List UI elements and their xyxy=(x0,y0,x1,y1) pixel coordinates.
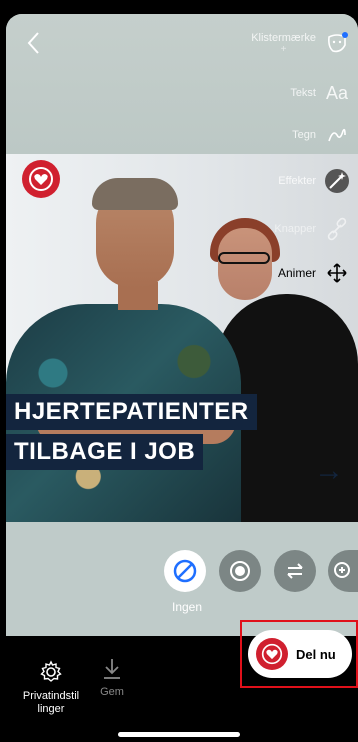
link-icon xyxy=(324,216,350,242)
share-now-label: Del nu xyxy=(296,646,336,662)
gear-icon xyxy=(40,660,62,682)
sparkle-wand-icon xyxy=(324,168,350,194)
woman-head xyxy=(218,228,272,300)
scribble-icon xyxy=(324,122,350,148)
arrow-right-icon: → xyxy=(314,454,344,487)
swap-arrows-icon xyxy=(287,563,303,579)
save-label: Gem xyxy=(100,686,124,698)
heart-icon xyxy=(29,167,53,191)
heart-avatar-icon xyxy=(256,638,288,670)
move-arrows-icon xyxy=(324,260,350,286)
zoom-in-icon xyxy=(334,562,350,578)
heart-logo xyxy=(22,160,60,198)
record-icon xyxy=(230,561,250,581)
draw-tool[interactable]: Tegn xyxy=(292,122,350,148)
privacy-label-line-2: linger xyxy=(37,703,65,715)
text-aa-icon: Aa xyxy=(325,82,349,103)
man-hair xyxy=(92,178,178,210)
text-tool[interactable]: Tekst Aa xyxy=(290,80,350,106)
sticker-tool-text: Klistermærke + xyxy=(251,32,316,55)
story-photo[interactable]: HJERTEPATIENTER TILBAGE I JOB → xyxy=(6,154,358,522)
privacy-label-line-1: Privatindstil xyxy=(22,690,80,702)
buttons-tool-label: Knapper xyxy=(274,223,316,235)
story-editor-screen: HJERTEPATIENTER TILBAGE I JOB → Klisterm… xyxy=(0,0,358,742)
sticker-tool-label: Klistermærke xyxy=(251,31,316,44)
effect-none-label: Ingen xyxy=(171,600,203,614)
chevron-left-icon xyxy=(27,32,39,54)
animate-tool-label: Animer xyxy=(277,266,316,280)
sticker-icon xyxy=(324,30,350,56)
save-button[interactable]: Gem xyxy=(92,656,132,699)
prohibited-icon xyxy=(173,559,197,583)
back-button[interactable] xyxy=(24,30,50,56)
animate-tool[interactable]: Animer xyxy=(278,260,350,286)
headline-line-1: HJERTEPATIENTER xyxy=(6,394,257,430)
privacy-settings-button[interactable]: Privatindstil linger xyxy=(14,660,88,716)
effect-none-button[interactable] xyxy=(164,550,206,592)
text-tool-label: Tekst xyxy=(290,87,316,99)
sticker-tool[interactable]: Klistermærke + xyxy=(251,30,350,56)
home-indicator xyxy=(118,732,240,737)
effect-record-button[interactable] xyxy=(219,550,261,592)
effect-swap-button[interactable] xyxy=(274,550,316,592)
effects-tool-label: Effekter xyxy=(278,175,316,187)
download-icon xyxy=(104,659,120,679)
woman-glasses xyxy=(218,252,270,264)
headline-line-2: TILBAGE I JOB xyxy=(6,434,204,470)
share-now-button[interactable]: Del nu xyxy=(248,630,352,678)
effects-tool[interactable]: Effekter xyxy=(278,168,350,194)
draw-tool-label: Tegn xyxy=(292,129,316,141)
sticker-tool-sub: + xyxy=(280,43,287,55)
story-canvas[interactable]: HJERTEPATIENTER TILBAGE I JOB → xyxy=(6,14,358,636)
buttons-tool[interactable]: Knapper xyxy=(274,216,350,242)
